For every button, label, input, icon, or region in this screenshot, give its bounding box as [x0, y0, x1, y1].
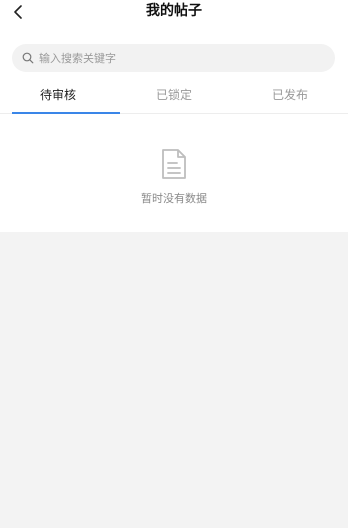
empty-state-text: 暂时没有数据	[141, 192, 207, 205]
search-icon	[22, 52, 34, 64]
search-bar	[0, 36, 348, 78]
top-navbar: 我的帖子	[0, 0, 348, 36]
tab-pending-review[interactable]: 待审核	[0, 78, 120, 114]
search-box[interactable]	[12, 44, 335, 72]
search-input[interactable]	[39, 51, 299, 65]
empty-state: 暂时没有数据	[0, 114, 348, 232]
page-title: 我的帖子	[146, 3, 202, 19]
app-root: 我的帖子 待审核 已锁定 已发布 暂时没有数据	[0, 0, 348, 528]
status-tabs: 待审核 已锁定 已发布	[0, 78, 348, 114]
tab-published[interactable]: 已发布	[232, 78, 348, 113]
document-icon	[162, 149, 186, 179]
tab-locked[interactable]: 已锁定	[116, 78, 232, 113]
